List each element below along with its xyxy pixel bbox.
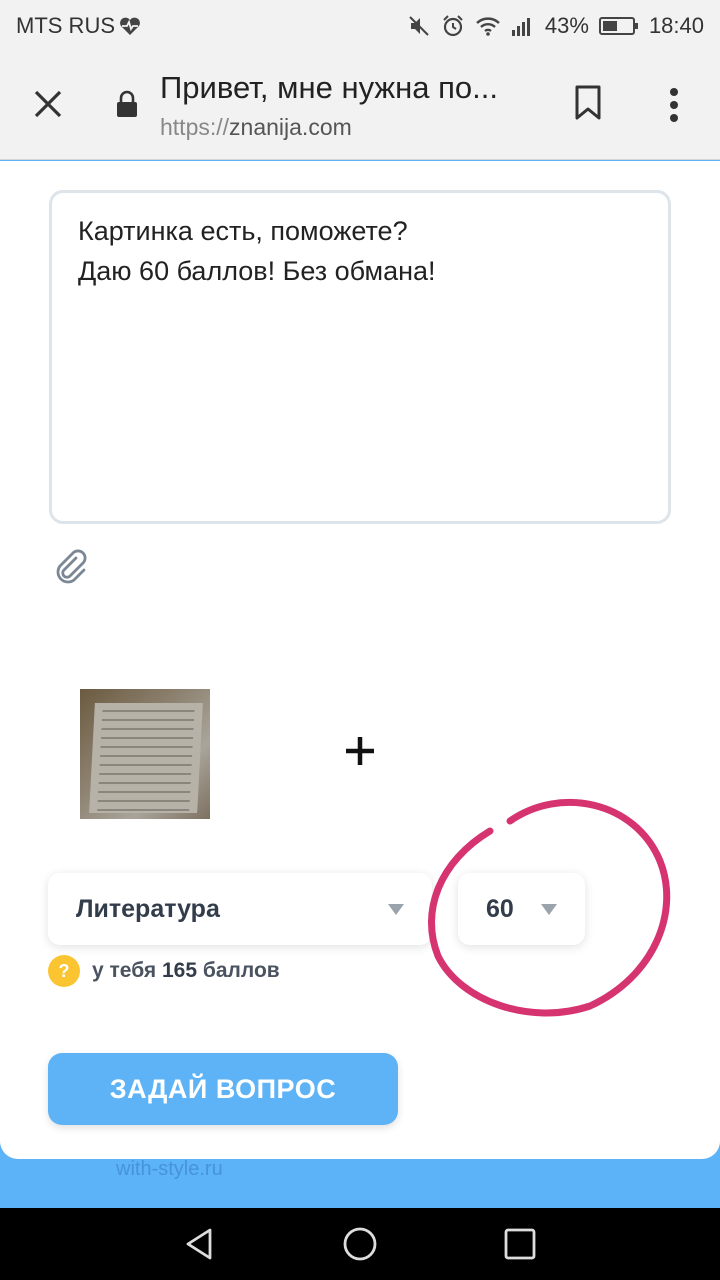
recent-apps-icon[interactable]: [502, 1226, 538, 1262]
back-icon[interactable]: [182, 1226, 218, 1262]
url-host: znanija.com: [229, 114, 352, 140]
signal-icon: [511, 18, 530, 36]
balance-amount: 165: [162, 959, 198, 982]
ask-question-form: Картинка есть, поможете? Даю 60 баллов! …: [0, 161, 720, 1159]
system-navigation-bar: [0, 1208, 720, 1280]
points-balance: ? у тебя 165 баллов: [48, 955, 280, 987]
question-line-2: Даю 60 баллов! Без обмана!: [78, 256, 436, 286]
mute-icon: [409, 16, 429, 36]
question-line-1: Картинка есть, поможете?: [78, 216, 408, 246]
balance-text: у тебя 165 баллов: [92, 959, 280, 983]
page-title[interactable]: Привет, мне нужна по...: [160, 70, 540, 106]
browser-toolbar: Привет, мне нужна по... https://znanija.…: [0, 52, 720, 160]
battery-percent: 43%: [544, 13, 589, 38]
url-scheme: https://: [160, 114, 230, 140]
attachment-thumbnail[interactable]: [80, 689, 210, 819]
battery-icon: [598, 17, 638, 35]
home-icon[interactable]: [342, 1226, 378, 1262]
page-url[interactable]: https://znanija.com: [160, 114, 352, 141]
close-icon: [34, 90, 62, 118]
paperclip-icon[interactable]: [54, 549, 90, 585]
points-select[interactable]: 60: [458, 873, 585, 945]
subject-select[interactable]: Литература: [48, 873, 432, 945]
status-bar: MTS RUS 43% 18:40: [0, 0, 720, 52]
lock-icon: [117, 90, 137, 117]
alarm-icon: [443, 15, 463, 37]
balance-prefix: у тебя: [92, 959, 157, 982]
wifi-icon: [476, 17, 500, 36]
carrier-name: MTS RUS: [16, 13, 115, 38]
clock: 18:40: [648, 13, 704, 38]
heart-pulse-icon: [120, 17, 140, 35]
close-tab-button[interactable]: [28, 84, 68, 124]
more-menu-button[interactable]: [658, 82, 690, 128]
help-icon[interactable]: ?: [48, 955, 80, 987]
photo-page: [89, 703, 203, 813]
watermark: with-style.ru: [116, 1158, 223, 1180]
points-select-value: 60: [486, 894, 514, 923]
status-icons: 43% 18:40: [407, 13, 704, 39]
bookmark-button[interactable]: [570, 82, 606, 124]
ask-question-button[interactable]: ЗАДАЙ ВОПРОС: [48, 1053, 398, 1125]
add-attachment-plus-icon[interactable]: [342, 733, 378, 769]
carrier-group: MTS RUS: [16, 13, 141, 39]
subject-select-value: Литература: [76, 894, 220, 923]
more-vert-icon: [670, 88, 678, 122]
bookmark-icon: [575, 85, 601, 120]
chevron-down-icon: [388, 903, 404, 915]
balance-suffix: баллов: [202, 959, 280, 982]
question-textarea[interactable]: Картинка есть, поможете? Даю 60 баллов! …: [49, 190, 671, 524]
chevron-down-icon: [541, 903, 557, 915]
